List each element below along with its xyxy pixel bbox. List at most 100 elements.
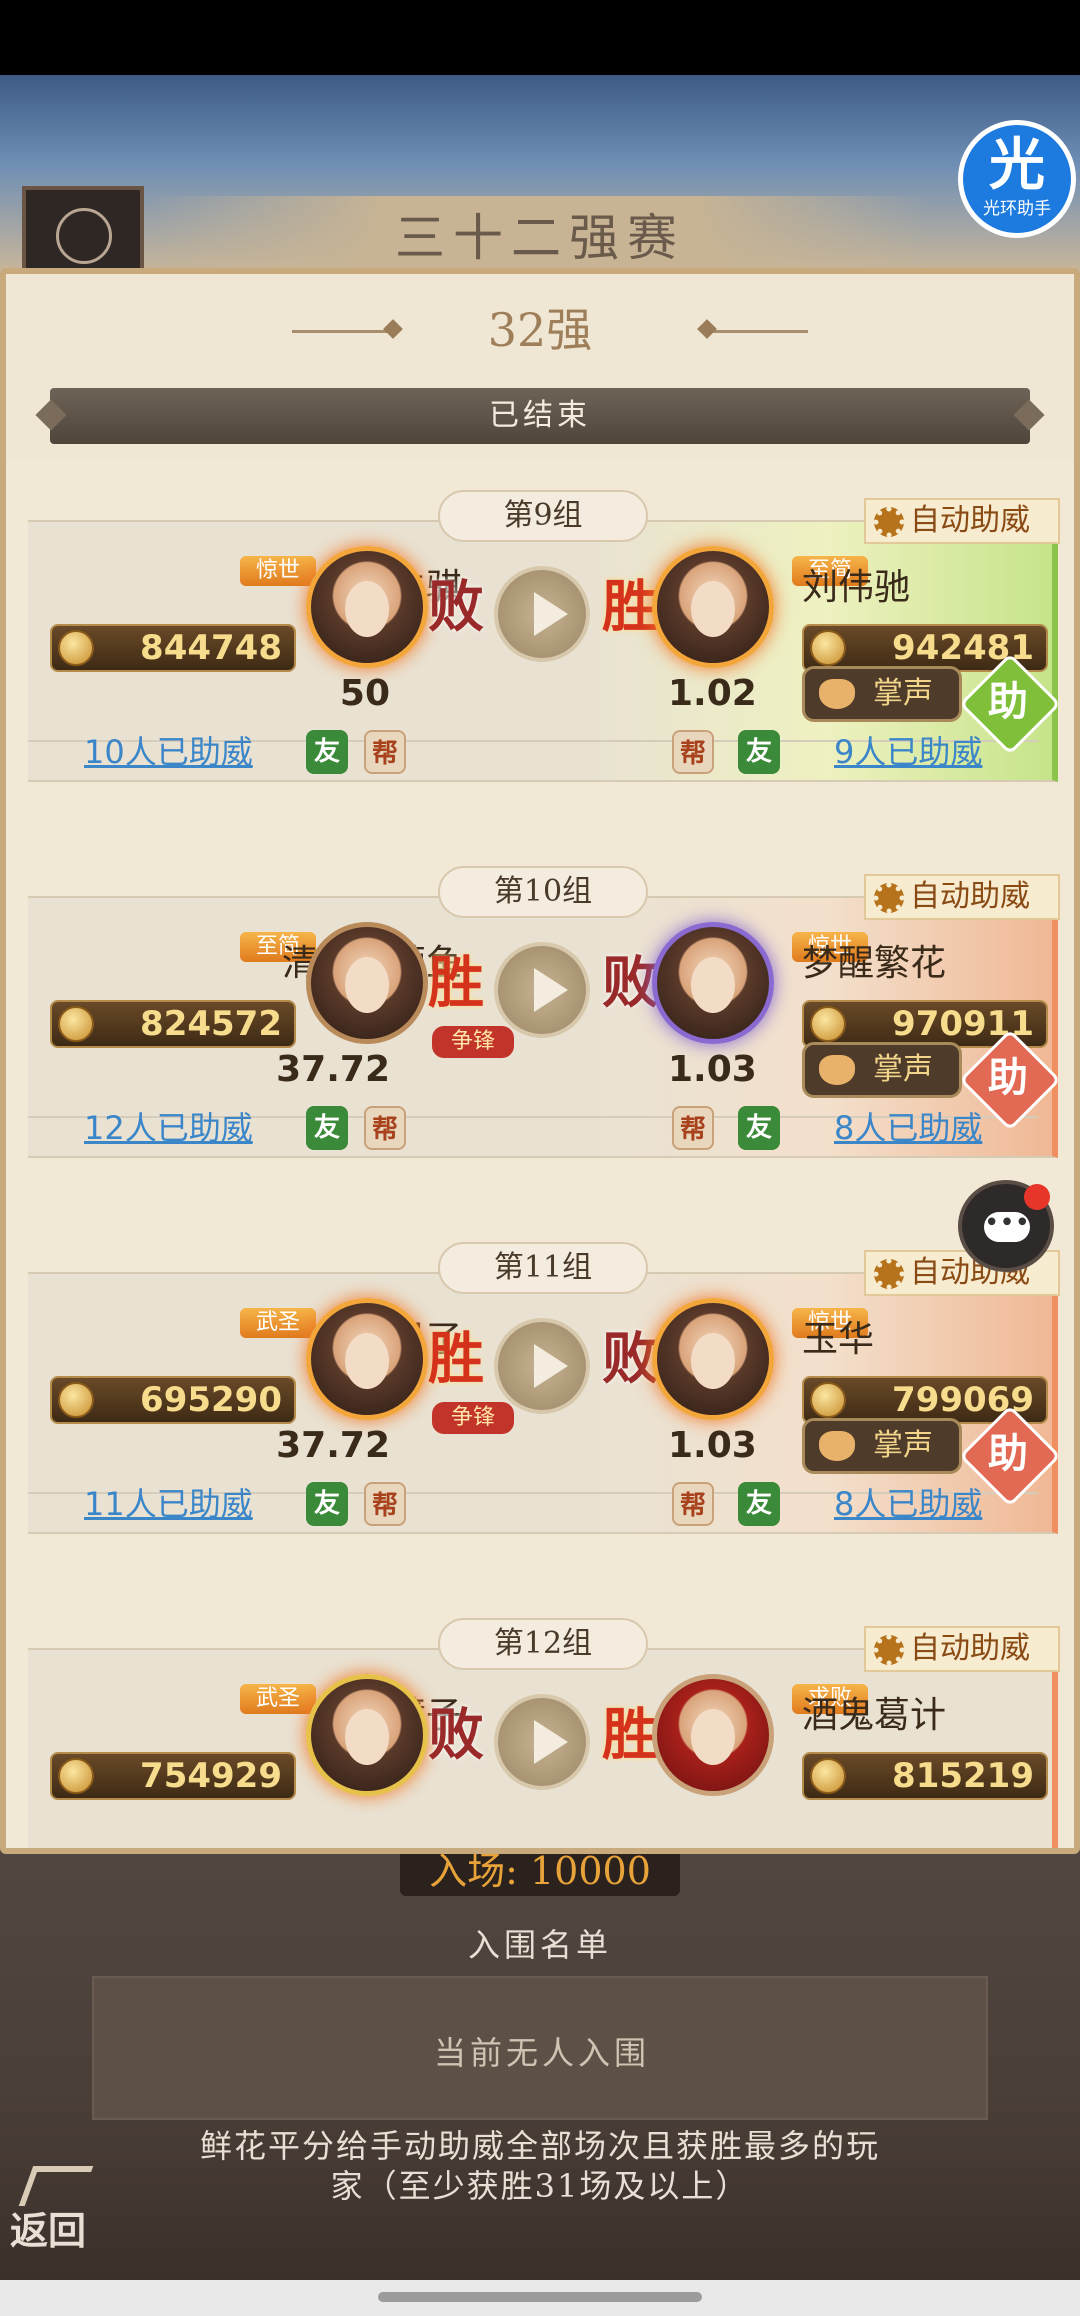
round-title: 32强 [487, 303, 593, 357]
left-result: 败 [428, 574, 484, 640]
friend-icon: 友 [306, 1482, 348, 1526]
friend-icon: 友 [738, 1106, 780, 1150]
vanguard-badge: 争锋 [432, 1026, 514, 1058]
gear-icon [874, 883, 904, 913]
clapping-hands-icon [819, 1055, 855, 1085]
cheer-label: 助 [987, 677, 1028, 725]
assistant-badge-label: 光环助手 [983, 199, 1051, 219]
qualified-empty-text: 当前无人入围 [433, 2034, 650, 2072]
panel-header: 32强 已结束 [6, 274, 1074, 460]
power-coin-icon [58, 1006, 94, 1042]
guild-icon: 帮 [364, 730, 406, 774]
replay-play-button[interactable] [494, 1318, 590, 1414]
left-player-avatar[interactable] [306, 1674, 428, 1796]
replay-play-button[interactable] [494, 942, 590, 1038]
auto-assist-button[interactable]: 自动助威 [864, 874, 1060, 920]
power-coin-icon [58, 630, 94, 666]
applause-button[interactable]: 掌声 [802, 1042, 962, 1098]
applause-button[interactable]: 掌声 [802, 1418, 962, 1474]
right-player-avatar[interactable] [652, 1674, 774, 1796]
reward-rule-text: 鲜花平分给手动助威全部场次且获胜最多的玩家（至少获胜31场及以上） [200, 2127, 881, 2205]
qualified-list-title: 入围名单 [467, 1926, 612, 1964]
match-card: 第9组 自动助威 惊世 酒仙牛骐 844748 败 胜 至简 刘伟驰 94248… [28, 490, 1068, 810]
right-result: 胜 [602, 1702, 658, 1768]
system-status-bar [0, 0, 1080, 75]
right-player-name: 梦醒繁花 [802, 943, 947, 984]
left-odds: 50 [339, 673, 390, 714]
auto-assist-label: 自动助威 [910, 1631, 1030, 1666]
friend-icon: 友 [306, 1106, 348, 1150]
auto-assist-label: 自动助威 [910, 879, 1030, 914]
left-player-avatar[interactable] [306, 1298, 428, 1420]
right-player-name: 刘伟驰 [802, 567, 911, 608]
right-player-avatar[interactable] [652, 922, 774, 1044]
guild-icon: 帮 [672, 730, 714, 774]
cheer-label: 助 [987, 1053, 1028, 1101]
right-result: 败 [602, 1326, 658, 1392]
guild-icon: 帮 [672, 1482, 714, 1526]
replay-play-button[interactable] [494, 566, 590, 662]
auto-assist-button[interactable]: 自动助威 [864, 1626, 1060, 1672]
match-list[interactable]: 第9组 自动助威 惊世 酒仙牛骐 844748 败 胜 至简 刘伟驰 94248… [6, 460, 1074, 1848]
bracket-panel: 32强 已结束 第9组 自动助威 惊世 酒仙牛骐 844748 败 胜 至简 刘… [0, 268, 1080, 1854]
friend-icon: 友 [738, 1482, 780, 1526]
auto-assist-label: 自动助威 [910, 503, 1030, 538]
group-label: 第11组 [438, 1242, 648, 1294]
chat-button[interactable]: ••• [958, 1180, 1054, 1272]
player-rank-tag: 武圣 [240, 1308, 316, 1338]
player-rank-tag: 武圣 [240, 1684, 316, 1714]
power-value: 754929 [140, 1756, 282, 1796]
applause-label: 掌声 [873, 1428, 933, 1463]
group-label: 第12组 [438, 1618, 648, 1670]
left-odds: 37.72 [276, 1049, 390, 1090]
power-coin-icon [58, 1382, 94, 1418]
auto-assist-button[interactable]: 自动助威 [864, 498, 1060, 544]
replay-play-button[interactable] [494, 1694, 590, 1790]
gear-icon [874, 1635, 904, 1665]
right-result: 败 [602, 950, 658, 1016]
power-coin-icon [810, 1006, 846, 1042]
right-player-name: 酒鬼葛计 [802, 1695, 947, 1736]
guild-icon: 帮 [364, 1482, 406, 1526]
left-supporters-link[interactable]: 11人已助威 [84, 1482, 253, 1526]
assistant-badge-logo: 光 [989, 132, 1045, 198]
right-odds: 1.02 [668, 673, 757, 714]
applause-button[interactable]: 掌声 [802, 666, 962, 722]
right-odds: 1.03 [668, 1049, 757, 1090]
right-supporters-link[interactable]: 8人已助威 [834, 1482, 982, 1526]
applause-label: 掌声 [873, 676, 933, 711]
left-result: 胜 [428, 1326, 484, 1392]
match-card: 第12组 自动助威 武圣 冰镜子 754929 败 胜 求败 酒鬼葛计 8152… [28, 1618, 1068, 1848]
guild-icon: 帮 [364, 1106, 406, 1150]
power-coin-icon [58, 1758, 94, 1794]
applause-label: 掌声 [873, 1052, 933, 1087]
right-player-avatar[interactable] [652, 1298, 774, 1420]
gear-icon [874, 1259, 904, 1289]
left-player-avatar[interactable] [306, 546, 428, 668]
power-value: 844748 [140, 628, 282, 668]
back-button[interactable]: 返回 [10, 2166, 110, 2253]
chat-icon: ••• [984, 1210, 1030, 1242]
right-supporters-link[interactable]: 9人已助威 [834, 730, 982, 774]
left-player-power: 844748 [50, 624, 296, 672]
vanguard-badge: 争锋 [432, 1402, 514, 1434]
right-player-avatar[interactable] [652, 546, 774, 668]
gear-icon [874, 507, 904, 537]
right-player-power: 815219 [802, 1752, 1048, 1800]
right-player-name: 玉华 [802, 1319, 875, 1360]
left-supporters-link[interactable]: 10人已助威 [84, 730, 253, 774]
left-supporters-link[interactable]: 12人已助威 [84, 1106, 253, 1150]
left-player-avatar[interactable] [306, 922, 428, 1044]
power-value: 824572 [140, 1004, 282, 1044]
right-odds: 1.03 [668, 1425, 757, 1466]
back-label: 返回 [10, 2208, 87, 2253]
assistant-badge[interactable]: 光 光环助手 [958, 120, 1076, 238]
right-supporters-link[interactable]: 8人已助威 [834, 1106, 982, 1150]
home-indicator[interactable] [378, 2292, 702, 2302]
player-rank-tag: 惊世 [240, 556, 316, 586]
right-result: 胜 [602, 574, 658, 640]
power-value: 695290 [140, 1380, 282, 1420]
qualified-list: 当前无人入围 [92, 1976, 988, 2120]
title-ornament-right [708, 330, 808, 333]
clapping-hands-icon [819, 1431, 855, 1461]
